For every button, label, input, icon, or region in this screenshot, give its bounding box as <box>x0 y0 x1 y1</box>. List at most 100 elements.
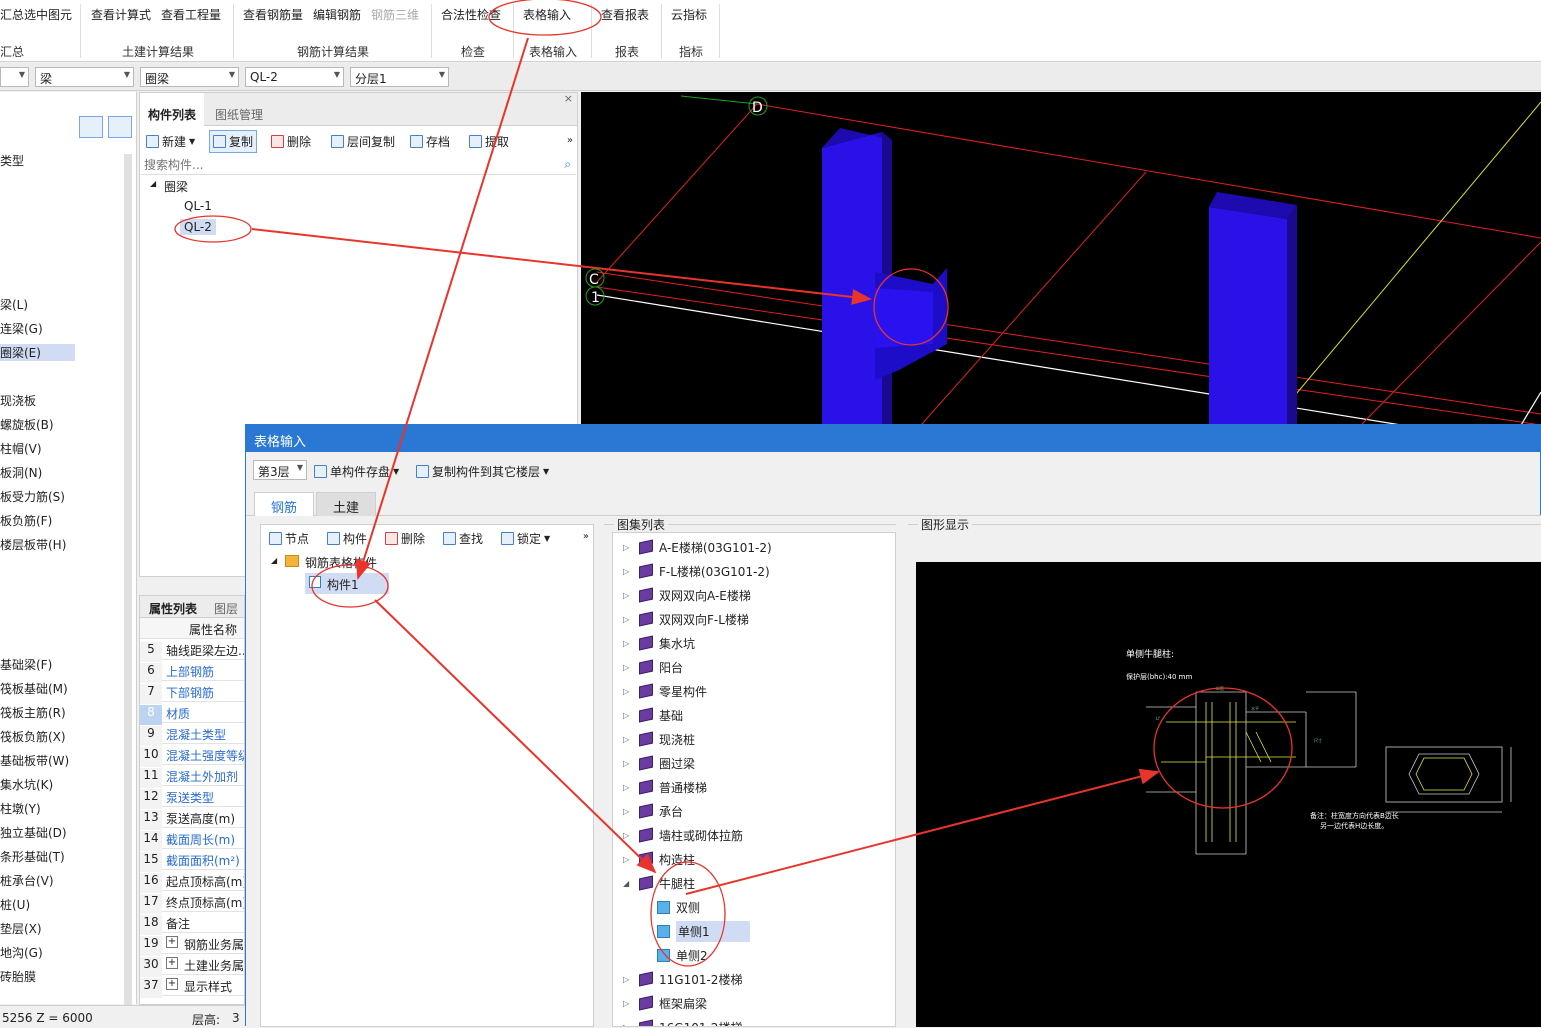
view-rebar-quantity-button[interactable]: 查看钢筋量 <box>243 6 303 23</box>
tab-component-list[interactable]: 构件列表 <box>140 93 205 126</box>
copy-to-floors-button[interactable]: 复制构件到其它楼层 ▼ <box>416 463 549 480</box>
element-type-item[interactable]: 现浇板 <box>0 392 36 409</box>
card-view-icon[interactable] <box>108 116 132 138</box>
tab-property-list[interactable]: 属性列表 <box>149 600 197 617</box>
atlas-item[interactable]: ▷ 集水坑 <box>613 632 895 654</box>
save-component-button[interactable]: 单构件存盘 ▼ <box>314 463 399 480</box>
element-type-item[interactable]: 垫层(X) <box>0 920 42 937</box>
property-row[interactable]: 5 轴线距梁左边... <box>140 639 244 662</box>
atlas-item[interactable]: ▷ 11G101-2楼梯 <box>613 968 895 990</box>
element-type-item[interactable]: 筏板负筋(X) <box>0 728 66 745</box>
expand-icon[interactable]: ▷ <box>623 639 633 648</box>
element-type-item[interactable]: 柱墩(Y) <box>0 800 41 817</box>
more-icon[interactable]: » <box>567 135 573 146</box>
component-select[interactable]: QL-2 ▼ <box>245 67 344 87</box>
element-type-item[interactable]: 地沟(G) <box>0 944 43 961</box>
property-row[interactable]: 9 混凝土类型 <box>140 723 244 746</box>
atlas-item[interactable]: ▷ 双网双向A-E楼梯 <box>613 584 895 606</box>
property-row[interactable]: 16 起点顶标高(m) <box>140 870 244 893</box>
atlas-child-item[interactable]: 双侧 <box>613 896 895 918</box>
tree-item-component1[interactable]: 构件1 <box>327 576 359 593</box>
property-row[interactable]: +37 显示样式 <box>140 975 244 998</box>
edit-rebar-button[interactable]: 编辑钢筋 <box>313 6 361 23</box>
tree-item-ql1[interactable]: QL-1 <box>184 199 212 213</box>
element-type-item[interactable]: 桩(U) <box>0 896 30 913</box>
cloud-index-button[interactable]: 云指标 <box>671 6 707 23</box>
tree-item-ql2[interactable]: QL-2 <box>180 219 216 235</box>
rebar-3d-button[interactable]: 钢筋三维 <box>371 6 419 23</box>
expand-icon[interactable]: ▷ <box>623 591 633 600</box>
list-view-icon[interactable] <box>79 116 103 138</box>
tree-root-rebar-table[interactable]: 钢筋表格构件 <box>305 554 377 571</box>
archive-button[interactable]: 存档 <box>410 133 450 150</box>
element-type-item[interactable]: 筏板主筋(R) <box>0 704 66 721</box>
property-row[interactable]: +30 土建业务属 <box>140 954 244 977</box>
expand-icon[interactable]: ▷ <box>623 1023 633 1027</box>
element-type-item[interactable]: 砖胎膜 <box>0 968 36 985</box>
property-row[interactable]: 11 混凝土外加剂 <box>140 765 244 788</box>
node-button[interactable]: 节点 <box>269 530 309 547</box>
atlas-item[interactable]: ▷ 基础 <box>613 704 895 726</box>
expand-icon[interactable]: ▷ <box>623 783 633 792</box>
type-select[interactable]: 梁 ▼ <box>35 67 134 87</box>
expand-icon[interactable]: ▷ <box>623 807 633 816</box>
atlas-item[interactable]: ▷ 承台 <box>613 800 895 822</box>
find-button[interactable]: 查找 <box>443 530 483 547</box>
element-type-item[interactable]: 独立基础(D) <box>0 824 67 841</box>
expand-icon[interactable]: ▷ <box>623 615 633 624</box>
atlas-item[interactable]: ▷16G101-2楼梯 <box>613 1016 895 1027</box>
element-type-item[interactable]: 集水坑(K) <box>0 776 53 793</box>
component-search-input[interactable] <box>141 155 576 175</box>
atlas-item[interactable]: ▷ 普通楼梯 <box>613 776 895 798</box>
element-type-item[interactable]: 板洞(N) <box>0 464 42 481</box>
category-select[interactable]: ▼ <box>0 67 29 87</box>
subtype-select[interactable]: 圈梁 ▼ <box>140 67 239 87</box>
view-formula-button[interactable]: 查看计算式 <box>91 6 151 23</box>
element-type-item[interactable]: 梁(L) <box>0 296 28 313</box>
element-type-item[interactable]: 类型 <box>0 152 24 169</box>
element-type-item[interactable]: 条形基础(T) <box>0 848 65 865</box>
atlas-item[interactable]: ▷ 圈过梁 <box>613 752 895 774</box>
expand-icon[interactable]: ▷ <box>623 687 633 696</box>
property-row[interactable]: 6 上部钢筋 <box>140 660 244 683</box>
floor-select[interactable]: 第3层 ▼ <box>253 460 307 480</box>
component-button[interactable]: 构件 <box>327 530 367 547</box>
expand-icon[interactable]: ▷ <box>623 711 633 720</box>
element-type-item[interactable]: 圈梁(E) <box>0 344 75 361</box>
expand-icon[interactable]: + <box>166 957 178 969</box>
element-type-item[interactable]: 基础梁(F) <box>0 656 52 673</box>
element-type-item[interactable]: 柱帽(V) <box>0 440 42 457</box>
atlas-item[interactable]: ▷ F-L楼梯(03G101-2) <box>613 560 895 582</box>
atlas-item[interactable]: ▷ 现浇桩 <box>613 728 895 750</box>
expand-icon[interactable]: + <box>166 936 178 948</box>
tab-civil[interactable]: 土建 <box>316 492 377 516</box>
search-icon[interactable]: ⌕ <box>564 157 571 172</box>
element-type-item[interactable]: 基础板带(W) <box>0 752 69 769</box>
summarize-selected-button[interactable]: 汇总选中图元 <box>0 6 72 23</box>
atlas-child-item[interactable]: 单侧1 <box>613 920 895 942</box>
more-icon[interactable]: » <box>583 531 589 542</box>
element-type-item[interactable]: 桩承台(V) <box>0 872 54 889</box>
collapse-icon[interactable]: ◢ <box>623 879 633 888</box>
expand-icon[interactable]: ▷ <box>623 831 633 840</box>
expand-icon[interactable]: ▷ <box>623 975 633 984</box>
scrollbar[interactable] <box>124 154 132 1009</box>
element-type-item[interactable]: 板负筋(F) <box>0 512 52 529</box>
3d-viewport[interactable]: D C 1 <box>581 92 1541 425</box>
property-row[interactable]: 15 截面面积(m²) <box>140 849 244 872</box>
element-type-item[interactable]: 板受力筋(S) <box>0 488 65 505</box>
atlas-item[interactable]: ▷ A-E楼梯(03G101-2) <box>613 536 895 558</box>
expand-icon[interactable]: ▷ <box>623 567 633 576</box>
atlas-item[interactable]: ▷ 框架扁梁 <box>613 992 895 1014</box>
element-type-item[interactable]: 连梁(G) <box>0 320 43 337</box>
element-type-item[interactable]: 楼层板带(H) <box>0 536 66 553</box>
expand-icon[interactable]: + <box>166 978 178 990</box>
atlas-item[interactable]: ▷ 双网双向F-L楼梯 <box>613 608 895 630</box>
legality-check-button[interactable]: 合法性检查 <box>441 6 501 23</box>
expand-icon[interactable]: ▷ <box>623 543 633 552</box>
property-row[interactable]: 17 终点顶标高(m) <box>140 891 244 914</box>
layer-select[interactable]: 分层1 ▼ <box>350 67 449 87</box>
close-icon[interactable]: × <box>564 92 573 105</box>
collapse-icon[interactable]: ◢ <box>271 556 277 565</box>
element-type-item[interactable]: 螺旋板(B) <box>0 416 54 433</box>
